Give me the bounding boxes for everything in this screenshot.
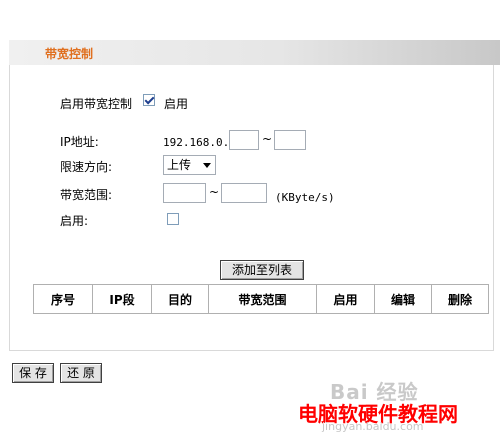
section-header: 带宽控制 bbox=[9, 40, 500, 65]
range-label: 带宽范围: bbox=[60, 188, 113, 202]
rules-table: 序号 IP段 目的 带宽范围 启用 编辑 删除 bbox=[33, 284, 489, 314]
save-button[interactable]: 保 存 bbox=[12, 363, 54, 383]
ip-separator: ~ bbox=[262, 132, 273, 146]
ip-start-input[interactable] bbox=[229, 130, 259, 150]
enable-rule-label: 启用: bbox=[60, 214, 89, 228]
col-header-ip-range: IP段 bbox=[92, 284, 152, 314]
col-header-enable: 启用 bbox=[316, 284, 375, 314]
add-to-list-button[interactable]: 添加至列表 bbox=[220, 260, 304, 280]
direction-select-value: 上传 bbox=[167, 158, 192, 172]
ip-prefix: 192.168.0. bbox=[163, 136, 230, 149]
range-max-input[interactable] bbox=[221, 183, 267, 203]
range-unit: (KByte/s) bbox=[275, 191, 335, 204]
ip-end-input[interactable] bbox=[274, 130, 306, 150]
section-title: 带宽控制 bbox=[45, 47, 94, 61]
restore-button[interactable]: 还 原 bbox=[60, 363, 102, 383]
direction-select[interactable]: 上传 bbox=[163, 155, 216, 175]
ip-label: IP地址: bbox=[60, 135, 99, 149]
enable-bandwidth-checkbox-label: 启用 bbox=[164, 97, 189, 111]
enable-rule-checkbox[interactable] bbox=[167, 213, 179, 225]
enable-bandwidth-label: 启用带宽控制 bbox=[60, 97, 133, 111]
table-header-row: 序号 IP段 目的 带宽范围 启用 编辑 删除 bbox=[33, 284, 489, 314]
col-header-bandwidth-range: 带宽范围 bbox=[208, 284, 317, 314]
direction-label: 限速方向: bbox=[60, 160, 113, 174]
range-separator: ~ bbox=[209, 185, 220, 199]
col-header-edit: 编辑 bbox=[374, 284, 432, 314]
chevron-down-icon bbox=[203, 163, 211, 168]
url-watermark: jingyan.baidu.com bbox=[322, 420, 424, 433]
range-min-input[interactable] bbox=[163, 183, 206, 203]
col-header-delete: 删除 bbox=[431, 284, 489, 314]
enable-bandwidth-checkbox[interactable] bbox=[143, 94, 155, 106]
col-header-destination: 目的 bbox=[151, 284, 209, 314]
col-header-index: 序号 bbox=[33, 284, 93, 314]
